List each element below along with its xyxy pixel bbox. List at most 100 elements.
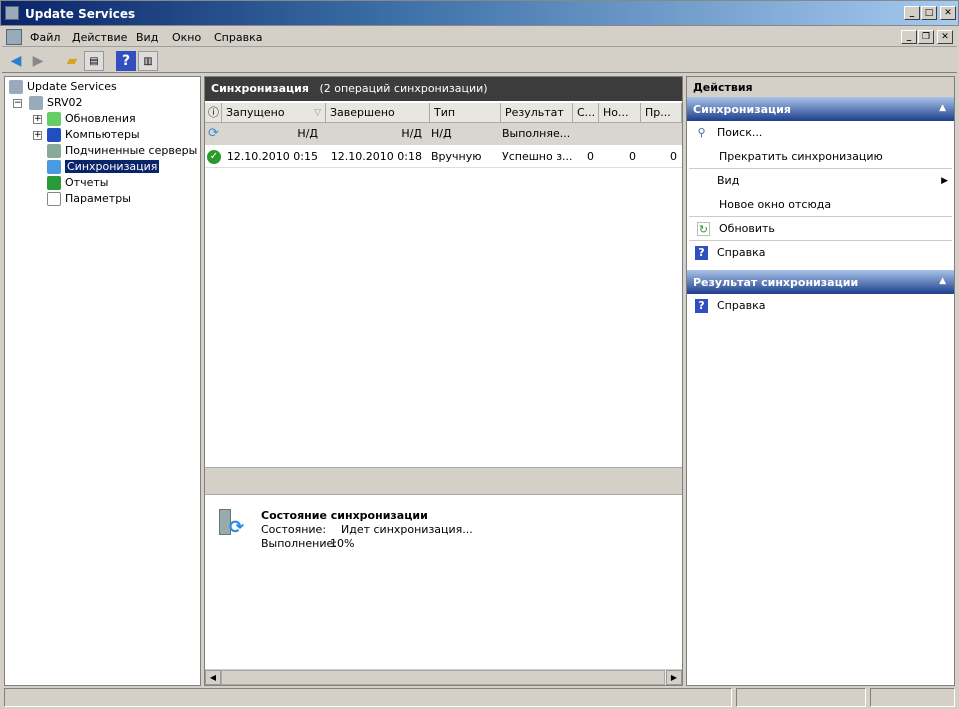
- menu-help[interactable]: Справка: [214, 31, 262, 44]
- cell-result: Успешно з...: [502, 150, 573, 163]
- close-button[interactable]: ✕: [940, 6, 956, 20]
- action-new-window[interactable]: Новое окно отсюда: [689, 193, 952, 217]
- collapse-section-icon[interactable]: ▲: [939, 103, 946, 113]
- cell-started: Н/Д: [297, 127, 318, 140]
- cell-new: 0: [629, 150, 636, 163]
- action-label: Поиск...: [717, 126, 763, 139]
- horizontal-scrollbar[interactable]: ◀ ▶: [205, 669, 682, 685]
- minimize-button[interactable]: _: [904, 6, 920, 20]
- show-hide-tree-icon[interactable]: ▤: [84, 51, 104, 71]
- tree-root[interactable]: Update Services: [9, 79, 117, 95]
- show-hide-actions-icon[interactable]: ▥: [138, 51, 158, 71]
- collapse-section-icon[interactable]: ▲: [939, 276, 946, 286]
- menu-file[interactable]: Файл: [30, 31, 60, 44]
- info-column-icon[interactable]: ⓘ: [205, 103, 222, 123]
- search-icon: ⚲: [697, 126, 706, 139]
- sync-in-progress-icon: ⟳: [208, 126, 219, 141]
- cell-revised: 0: [670, 150, 677, 163]
- action-help-result[interactable]: ? Справка: [687, 294, 954, 318]
- state-value: Идет синхронизация...: [341, 523, 473, 536]
- mdi-icon: [6, 29, 22, 45]
- actions-pane: Действия Синхронизация ▲ ⚲ Поиск... Прекра…: [686, 76, 955, 686]
- cell-type: Вручную: [431, 150, 482, 163]
- help-icon[interactable]: ?: [116, 51, 136, 71]
- tree-item-downstream-servers[interactable]: Подчиненные серверы: [47, 143, 197, 159]
- tree-item-synchronizations[interactable]: Синхронизация: [47, 159, 160, 175]
- toolbar: ◀ ▶ ▰ ▤ ? ▥: [2, 48, 957, 73]
- mdi-restore-button[interactable]: ❐: [918, 30, 934, 44]
- sync-status-icon: ⟳: [217, 509, 244, 539]
- downstream-servers-icon: [47, 144, 61, 158]
- cell-type: Н/Д: [431, 127, 452, 140]
- action-label: Прекратить синхронизацию: [719, 150, 883, 163]
- column-revised[interactable]: Пр...: [641, 103, 682, 123]
- tree-label: Компьютеры: [65, 128, 140, 141]
- action-stop-sync[interactable]: Прекратить синхронизацию: [689, 145, 952, 169]
- scroll-left-icon[interactable]: ◀: [205, 670, 221, 685]
- sync-icon: [47, 160, 61, 174]
- help-icon: ?: [695, 246, 708, 260]
- action-search[interactable]: ⚲ Поиск...: [687, 121, 954, 145]
- actions-section-sync-result[interactable]: Результат синхронизации ▲: [687, 270, 954, 294]
- status-bar: [4, 688, 955, 707]
- window-title: Update Services: [25, 7, 136, 21]
- status-panel: [870, 688, 955, 707]
- column-result[interactable]: Результат: [501, 103, 573, 123]
- options-icon: [47, 192, 61, 206]
- success-icon: ✓: [207, 150, 221, 164]
- table-row[interactable]: ⟳ Н/Д Н/Д Н/Д Выполняе...: [205, 123, 682, 145]
- back-icon[interactable]: ◀: [6, 51, 26, 71]
- menu-bar: Файл Действие Вид Окно Справка _ ❐ ✕: [2, 27, 957, 47]
- menu-view[interactable]: Вид: [136, 31, 158, 44]
- table-row[interactable]: ✓ 12.10.2010 0:15 12.10.2010 0:18 Вручну…: [205, 146, 682, 168]
- forward-icon[interactable]: ▶: [28, 51, 48, 71]
- updates-icon: [47, 112, 61, 126]
- progress-label: Выполнение:: [261, 537, 337, 550]
- tree-label: Подчиненные серверы: [65, 144, 198, 157]
- help-icon: ?: [695, 299, 708, 313]
- tree-label: Отчеты: [65, 176, 109, 189]
- tree-item-updates[interactable]: Обновления: [47, 111, 136, 127]
- details-splitter[interactable]: [205, 467, 682, 495]
- action-label: Новое окно отсюда: [719, 198, 832, 211]
- actions-section-sync[interactable]: Синхронизация ▲: [687, 97, 954, 121]
- collapse-icon[interactable]: −: [13, 99, 22, 108]
- mdi-minimize-button[interactable]: _: [901, 30, 917, 44]
- column-finished[interactable]: Завершено: [326, 103, 430, 123]
- column-started[interactable]: Запущено ▽: [222, 103, 326, 123]
- column-synced[interactable]: С...: [573, 103, 599, 123]
- reports-icon: [47, 176, 61, 190]
- scroll-right-icon[interactable]: ▶: [666, 670, 682, 685]
- results-title: Синхронизация: [211, 82, 309, 95]
- column-new[interactable]: Но...: [599, 103, 641, 123]
- maximize-button[interactable]: □: [921, 6, 937, 20]
- menu-action[interactable]: Действие: [72, 31, 127, 44]
- column-type[interactable]: Тип: [430, 103, 501, 123]
- tree-label: Параметры: [65, 192, 131, 205]
- expand-icon[interactable]: +: [33, 115, 42, 124]
- expand-icon[interactable]: +: [33, 131, 42, 140]
- action-refresh[interactable]: ↻ Обновить: [689, 217, 952, 241]
- tree-item-options[interactable]: Параметры: [47, 191, 131, 207]
- title-bar: Update Services _ □ ✕: [0, 0, 959, 26]
- app-icon: [5, 6, 19, 20]
- action-view[interactable]: Вид ▶: [687, 169, 954, 193]
- mdi-close-button[interactable]: ✕: [937, 30, 953, 44]
- action-label: Обновить: [719, 222, 775, 235]
- up-folder-icon[interactable]: ▰: [62, 51, 82, 71]
- scroll-thumb[interactable]: [221, 670, 665, 685]
- refresh-icon: ↻: [697, 222, 710, 236]
- cell-synced: 0: [587, 150, 594, 163]
- section-title: Результат синхронизации: [693, 276, 859, 289]
- tree-server[interactable]: SRV02: [29, 95, 83, 111]
- tree-item-reports[interactable]: Отчеты: [47, 175, 108, 191]
- action-help[interactable]: ? Справка: [687, 241, 954, 265]
- menu-window[interactable]: Окно: [172, 31, 201, 44]
- sync-status-panel: Состояние синхронизации Состояние: Идет с…: [261, 509, 473, 551]
- console-tree: Update Services − SRV02 + Обновления + К…: [4, 76, 201, 686]
- cell-started: 12.10.2010 0:15: [226, 150, 318, 163]
- tree-item-computers[interactable]: Компьютеры: [47, 127, 140, 143]
- tree-label: Обновления: [65, 112, 136, 125]
- status-panel: [736, 688, 866, 707]
- tree-label: Синхронизация: [65, 160, 160, 173]
